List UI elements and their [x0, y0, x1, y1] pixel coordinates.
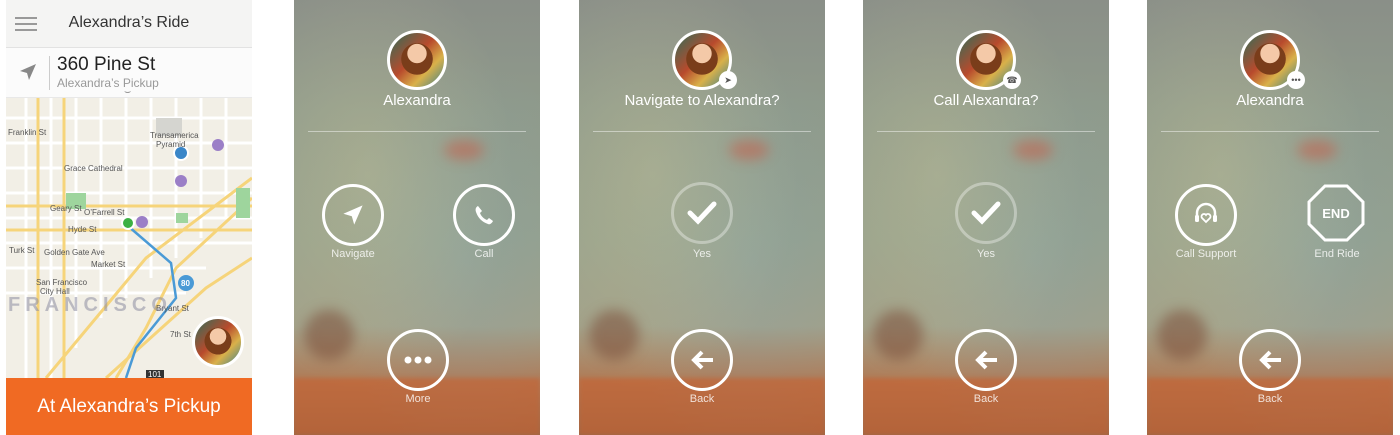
- at-pickup-button[interactable]: At Alexandra’s Pickup: [6, 378, 252, 435]
- divider: [877, 131, 1095, 132]
- back-label: Back: [973, 393, 999, 405]
- highway-80-shield: 80: [181, 279, 190, 288]
- more-button[interactable]: [387, 329, 449, 391]
- yes-button[interactable]: [955, 182, 1017, 244]
- top-bar: Alexandra’s Ride: [6, 0, 252, 48]
- navigation-arrow-icon[interactable]: [18, 62, 38, 82]
- navigation-arrow-icon: ➤: [719, 71, 737, 89]
- more-label: More: [405, 393, 431, 405]
- navigate-confirm-screen: ➤ Navigate to Alexandra? Yes Back: [579, 0, 825, 435]
- yes-label: Yes: [693, 248, 711, 260]
- map-label-market: Market St: [91, 260, 126, 269]
- headset-heart-icon: [1195, 202, 1217, 224]
- checkmark-icon: [687, 201, 717, 225]
- call-support-label: Call Support: [1175, 248, 1237, 260]
- arrow-left-icon: [975, 350, 997, 370]
- back-button[interactable]: [671, 329, 733, 391]
- end-ride-label: End Ride: [1314, 248, 1360, 260]
- more-options-screen: ••• Alexandra Call Support END End Ride …: [1147, 0, 1393, 435]
- arrow-left-icon: [691, 350, 713, 370]
- highway-101-shield: 101: [148, 370, 162, 378]
- checkmark-icon: [971, 201, 1001, 225]
- phone-icon: ☎: [1003, 71, 1021, 89]
- map-label-grace-cathedral: Grace Cathedral: [64, 164, 123, 173]
- rider-avatar: [387, 30, 447, 90]
- map-label-city-hall-1: San Francisco: [36, 278, 88, 287]
- rider-actions-screen: Alexandra Navigate Call More: [294, 0, 540, 435]
- map-label-golden-gate: Golden Gate Ave: [44, 248, 105, 257]
- call-confirm-screen: ☎ Call Alexandra? Yes Back: [863, 0, 1109, 435]
- confirm-question: Navigate to Alexandra?: [624, 92, 780, 109]
- destination-bar[interactable]: 360 Pine St Alexandra’s Pickup ⌣: [6, 48, 252, 98]
- navigation-arrow-icon: [343, 205, 363, 225]
- divider: [49, 56, 50, 90]
- back-button[interactable]: [1239, 329, 1301, 391]
- divider: [1161, 131, 1379, 132]
- map-label-hyde: Hyde St: [68, 225, 97, 234]
- navigate-label: Navigate: [331, 248, 375, 260]
- call-support-button[interactable]: [1175, 184, 1237, 246]
- yes-label: Yes: [977, 248, 995, 260]
- rider-name: Alexandra: [1236, 92, 1304, 109]
- end-badge-text: END: [1322, 206, 1349, 221]
- destination-address: 360 Pine St: [57, 54, 156, 75]
- back-label: Back: [689, 393, 715, 405]
- rider-name: Alexandra: [383, 92, 451, 109]
- map-label-turk: Turk St: [9, 246, 35, 255]
- phone-icon: [475, 206, 493, 225]
- divider: [593, 131, 811, 132]
- yes-button[interactable]: [671, 182, 733, 244]
- navigate-button[interactable]: [322, 184, 384, 246]
- map-label-pyramid: Pyramid: [156, 140, 186, 149]
- confirm-question: Call Alexandra?: [933, 92, 1039, 109]
- back-label: Back: [1257, 393, 1283, 405]
- map-city-label: FRANCISCO: [8, 294, 172, 316]
- rider-avatar[interactable]: [192, 316, 244, 368]
- map-label-ofarrell: O’Farrell St: [84, 208, 125, 217]
- map-label-7th: 7th St: [170, 330, 191, 339]
- map-view[interactable]: Transamerica Pyramid Grace Cathedral Gea…: [6, 98, 252, 378]
- call-button[interactable]: [453, 184, 515, 246]
- call-label: Call: [474, 248, 494, 260]
- arrow-left-icon: [1259, 350, 1281, 370]
- map-label-geary: Geary St: [50, 204, 82, 213]
- ride-map-screen: Alexandra’s Ride 360 Pine St Alexandra’s…: [6, 0, 252, 435]
- end-ride-button[interactable]: END: [1307, 184, 1365, 242]
- more-dots-icon: [404, 356, 432, 364]
- destination-label: Alexandra’s Pickup: [57, 76, 159, 90]
- ride-title: Alexandra’s Ride: [68, 14, 190, 31]
- map-label-transamerica: Transamerica: [150, 131, 199, 140]
- more-dots-icon: •••: [1287, 71, 1305, 89]
- map-label-franklin: Franklin St: [8, 128, 47, 137]
- divider: [308, 131, 526, 132]
- back-button[interactable]: [955, 329, 1017, 391]
